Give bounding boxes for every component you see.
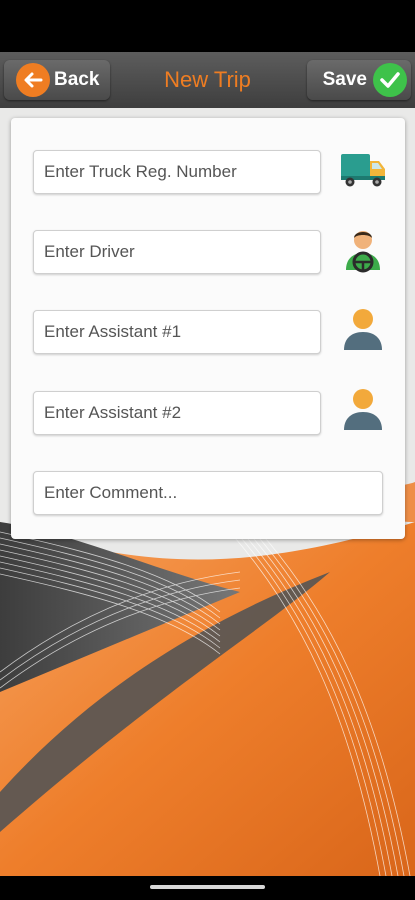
home-indicator[interactable] bbox=[150, 885, 265, 889]
trip-form-card bbox=[11, 118, 405, 539]
checkmark-icon bbox=[373, 63, 407, 97]
app-screen: Back New Trip Save bbox=[0, 52, 415, 876]
back-button-label: Back bbox=[54, 69, 100, 90]
save-button[interactable]: Save bbox=[307, 60, 411, 100]
system-nav-bar bbox=[0, 876, 415, 900]
truck-icon bbox=[338, 148, 388, 192]
status-bar bbox=[0, 0, 415, 52]
person-icon bbox=[338, 384, 388, 430]
comment-input[interactable] bbox=[33, 471, 383, 515]
assistant-1-input[interactable] bbox=[33, 310, 321, 354]
header-bar: Back New Trip Save bbox=[0, 52, 415, 108]
back-arrow-icon bbox=[16, 63, 50, 97]
driver-input[interactable] bbox=[33, 230, 321, 274]
save-button-label: Save bbox=[322, 69, 367, 90]
back-button[interactable]: Back bbox=[4, 60, 110, 100]
assistant-2-input[interactable] bbox=[33, 391, 321, 435]
truck-reg-input[interactable] bbox=[33, 150, 321, 194]
person-icon bbox=[338, 304, 388, 350]
driver-icon bbox=[338, 224, 388, 273]
